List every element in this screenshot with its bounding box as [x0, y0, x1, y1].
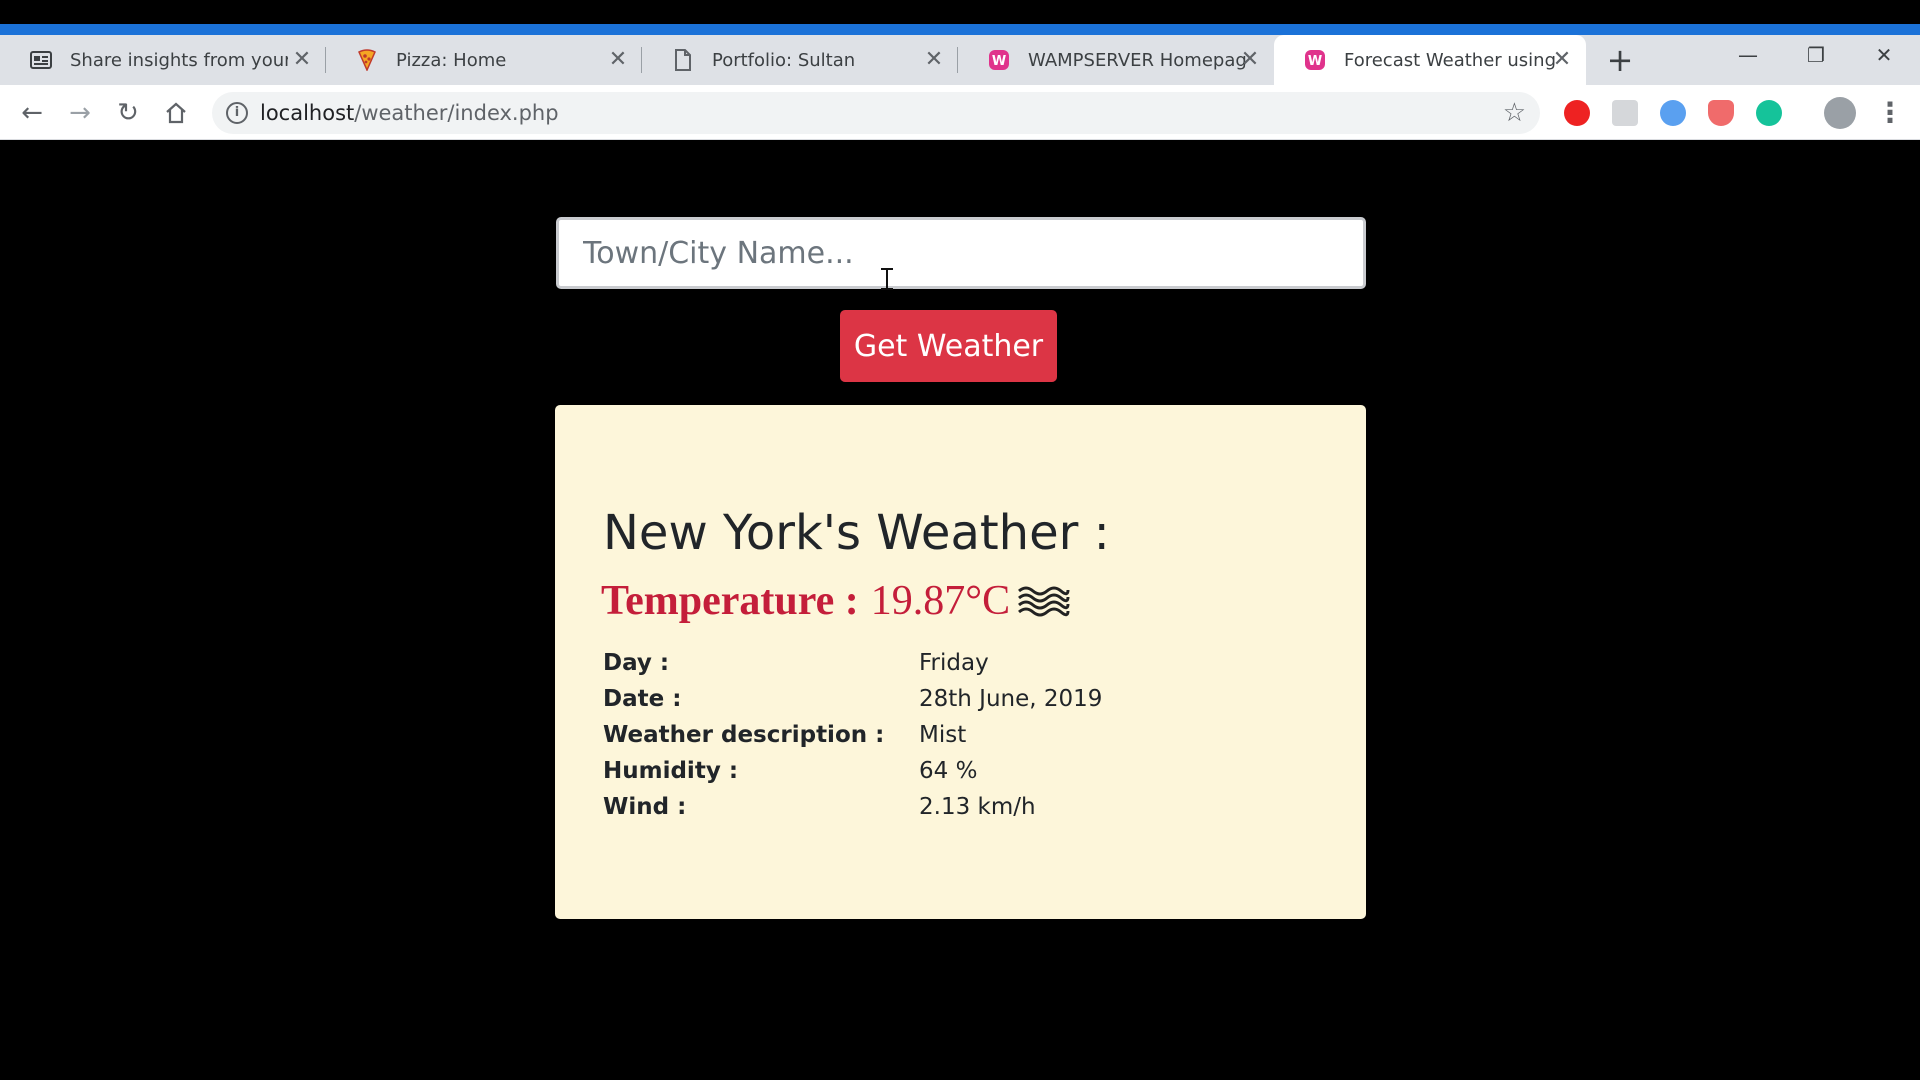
- address-url[interactable]: localhost/weather/index.php: [260, 101, 559, 125]
- tab-title: WAMPSERVER Homepage: [1028, 49, 1246, 71]
- detail-key: Humidity :: [603, 758, 739, 784]
- tab-title: Share insights from your de: [70, 49, 288, 71]
- window-accent-bar: [0, 24, 1920, 35]
- address-bar[interactable]: i localhost/weather/index.php ☆: [212, 92, 1540, 134]
- svg-text:W: W: [992, 54, 1006, 69]
- weather-details: Day : Friday Date : 28th June, 2019 Weat…: [603, 645, 1303, 825]
- weather-city-title: New York's Weather :: [603, 505, 1110, 561]
- detail-key: Weather description :: [603, 722, 885, 748]
- detail-key: Date :: [603, 686, 682, 712]
- city-search-input[interactable]: [556, 217, 1366, 289]
- tab-pizza-home[interactable]: Pizza: Home ✕: [326, 35, 642, 85]
- detail-key: Wind :: [603, 794, 687, 820]
- temperature-line: Temperature : 19.87°C: [601, 577, 1070, 625]
- tab-forecast-weather[interactable]: W Forecast Weather using Op ✕: [1274, 35, 1586, 85]
- wamp-icon: W: [1304, 49, 1326, 71]
- tab-title: Portfolio: Sultan: [712, 49, 856, 71]
- tab-bar: Share insights from your de ✕ Pizza: Hom…: [0, 35, 1920, 85]
- news-icon: [30, 49, 52, 71]
- tab-wampserver-homepage[interactable]: W WAMPSERVER Homepage ✕: [958, 35, 1274, 85]
- detail-row-wind: Wind : 2.13 km/h: [603, 789, 1303, 825]
- mist-icon: [1018, 586, 1070, 617]
- close-icon[interactable]: ✕: [606, 48, 630, 72]
- temperature-label: Temperature :: [601, 578, 859, 624]
- grammarly-extension-icon[interactable]: [1756, 100, 1782, 126]
- detail-value: Mist: [919, 722, 967, 748]
- detail-row-day: Day : Friday: [603, 645, 1303, 681]
- detail-row-description: Weather description : Mist: [603, 717, 1303, 753]
- detail-value: 2.13 km/h: [919, 794, 1036, 820]
- new-tab-button[interactable]: +: [1602, 42, 1638, 78]
- restore-icon[interactable]: ❐: [1782, 35, 1850, 75]
- tab-title: Pizza: Home: [396, 49, 507, 71]
- detail-value: 64 %: [919, 758, 978, 784]
- get-weather-button[interactable]: Get Weather: [840, 310, 1057, 382]
- temperature-value: 19.87°C: [870, 578, 1011, 624]
- close-icon[interactable]: ✕: [1550, 48, 1574, 72]
- forward-arrow-icon[interactable]: →: [64, 97, 96, 129]
- profile-avatar[interactable]: [1824, 97, 1856, 129]
- bookmark-star-icon[interactable]: ☆: [1503, 98, 1526, 128]
- tab-share-insights[interactable]: Share insights from your de ✕: [0, 35, 326, 85]
- browser-menu-icon[interactable]: ⋮: [1876, 95, 1904, 131]
- window-close-icon[interactable]: ✕: [1850, 35, 1918, 75]
- close-icon[interactable]: ✕: [1238, 48, 1262, 72]
- shield-extension-icon[interactable]: [1708, 100, 1734, 126]
- pizza-icon: [356, 49, 378, 71]
- browser-toolbar: ← → ↻ i localhost/weather/index.php ☆ ⋮: [0, 85, 1920, 140]
- url-host: localhost: [260, 101, 355, 125]
- home-icon[interactable]: [160, 97, 192, 129]
- detail-row-humidity: Humidity : 64 %: [603, 753, 1303, 789]
- weather-card: New York's Weather : Temperature : 19.87…: [555, 405, 1366, 919]
- globe-extension-icon[interactable]: [1660, 100, 1686, 126]
- window-top-strip: [0, 0, 1920, 35]
- text-cursor-icon: [880, 268, 894, 290]
- reload-icon[interactable]: ↻: [112, 97, 144, 129]
- url-path: /weather/index.php: [354, 101, 559, 125]
- info-icon[interactable]: i: [226, 102, 248, 124]
- back-arrow-icon[interactable]: ←: [16, 97, 48, 129]
- tab-title: Forecast Weather using Op: [1344, 49, 1562, 71]
- detail-value: 28th June, 2019: [919, 686, 1103, 712]
- detail-row-date: Date : 28th June, 2019: [603, 681, 1303, 717]
- adblock-extension-icon[interactable]: [1564, 100, 1590, 126]
- close-icon[interactable]: ✕: [290, 48, 314, 72]
- close-icon[interactable]: ✕: [922, 48, 946, 72]
- svg-text:W: W: [1308, 54, 1322, 69]
- detail-value: Friday: [919, 650, 989, 676]
- detail-key: Day :: [603, 650, 670, 676]
- minimize-icon[interactable]: —: [1714, 35, 1782, 75]
- tab-portfolio-sultan[interactable]: Portfolio: Sultan ✕: [642, 35, 958, 85]
- page-icon: [672, 49, 694, 71]
- wamp-icon: W: [988, 49, 1010, 71]
- cube-extension-icon[interactable]: [1612, 100, 1638, 126]
